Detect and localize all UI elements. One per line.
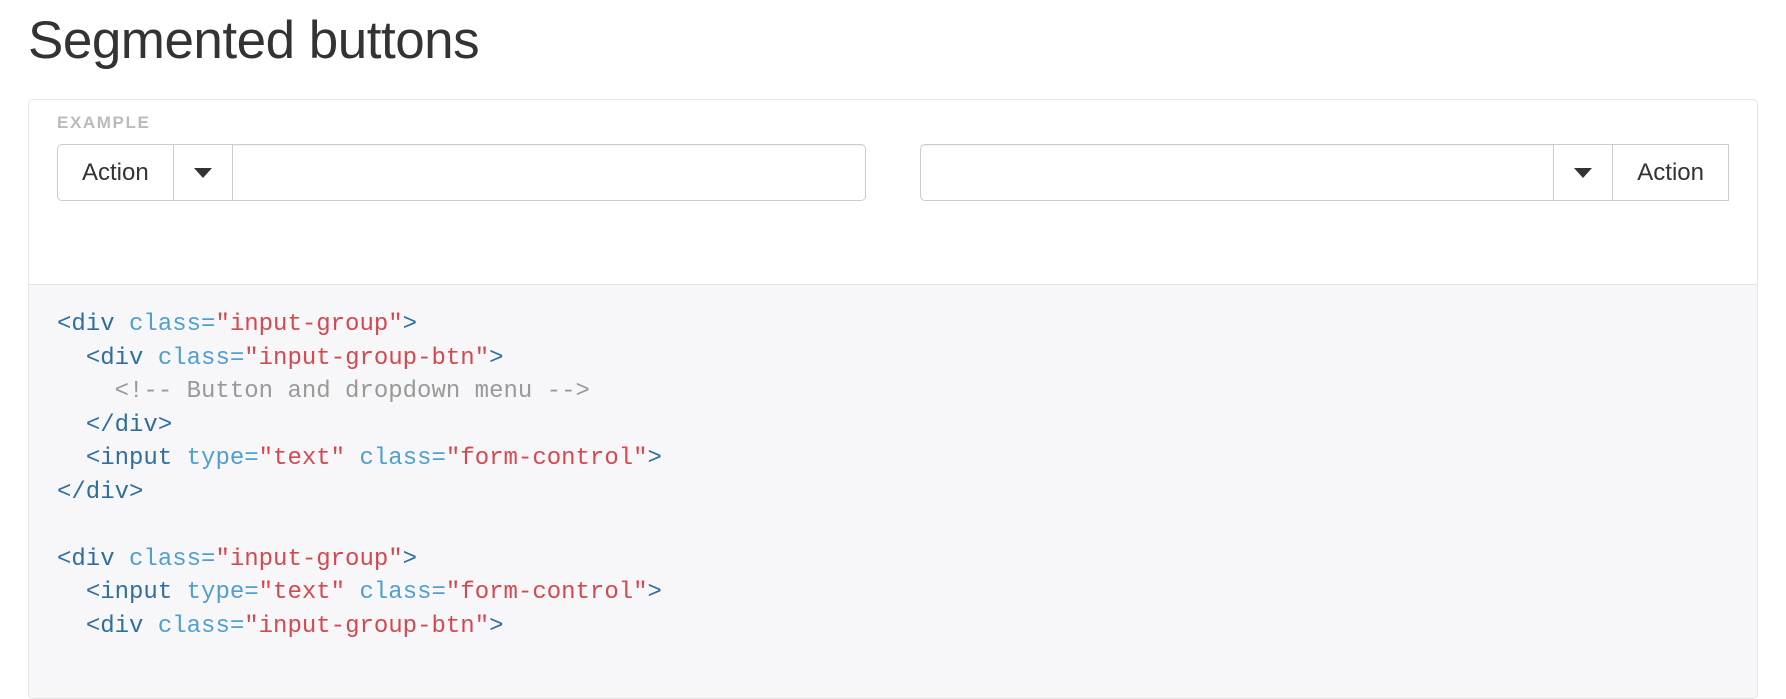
caret-down-icon [1574, 167, 1593, 178]
example-preview-area: Action Action [29, 100, 1757, 285]
example-card: Action Action [28, 99, 1758, 699]
code-content: <div class="input-group"> <div class="in… [57, 307, 1729, 642]
right-dropdown-toggle-button[interactable] [1553, 144, 1613, 201]
page-title: Segmented buttons [28, 11, 480, 70]
left-action-button[interactable]: Action [57, 144, 173, 201]
example-column-right: Action [893, 144, 1729, 201]
code-source: <div class="input-group"> <div class="in… [57, 311, 662, 640]
left-dropdown-toggle-button[interactable] [172, 144, 232, 201]
left-text-input[interactable] [231, 144, 866, 201]
example-column-left: Action [57, 144, 893, 201]
right-text-input[interactable] [920, 144, 1554, 201]
right-input-group: Action [920, 144, 1729, 201]
caret-down-icon [193, 167, 212, 178]
code-block: <div class="input-group"> <div class="in… [29, 285, 1757, 698]
page-root: Segmented buttons Action [0, 0, 1786, 699]
example-row: Action Action [57, 144, 1729, 201]
left-input-group: Action [57, 144, 866, 201]
right-action-button[interactable]: Action [1612, 144, 1729, 201]
